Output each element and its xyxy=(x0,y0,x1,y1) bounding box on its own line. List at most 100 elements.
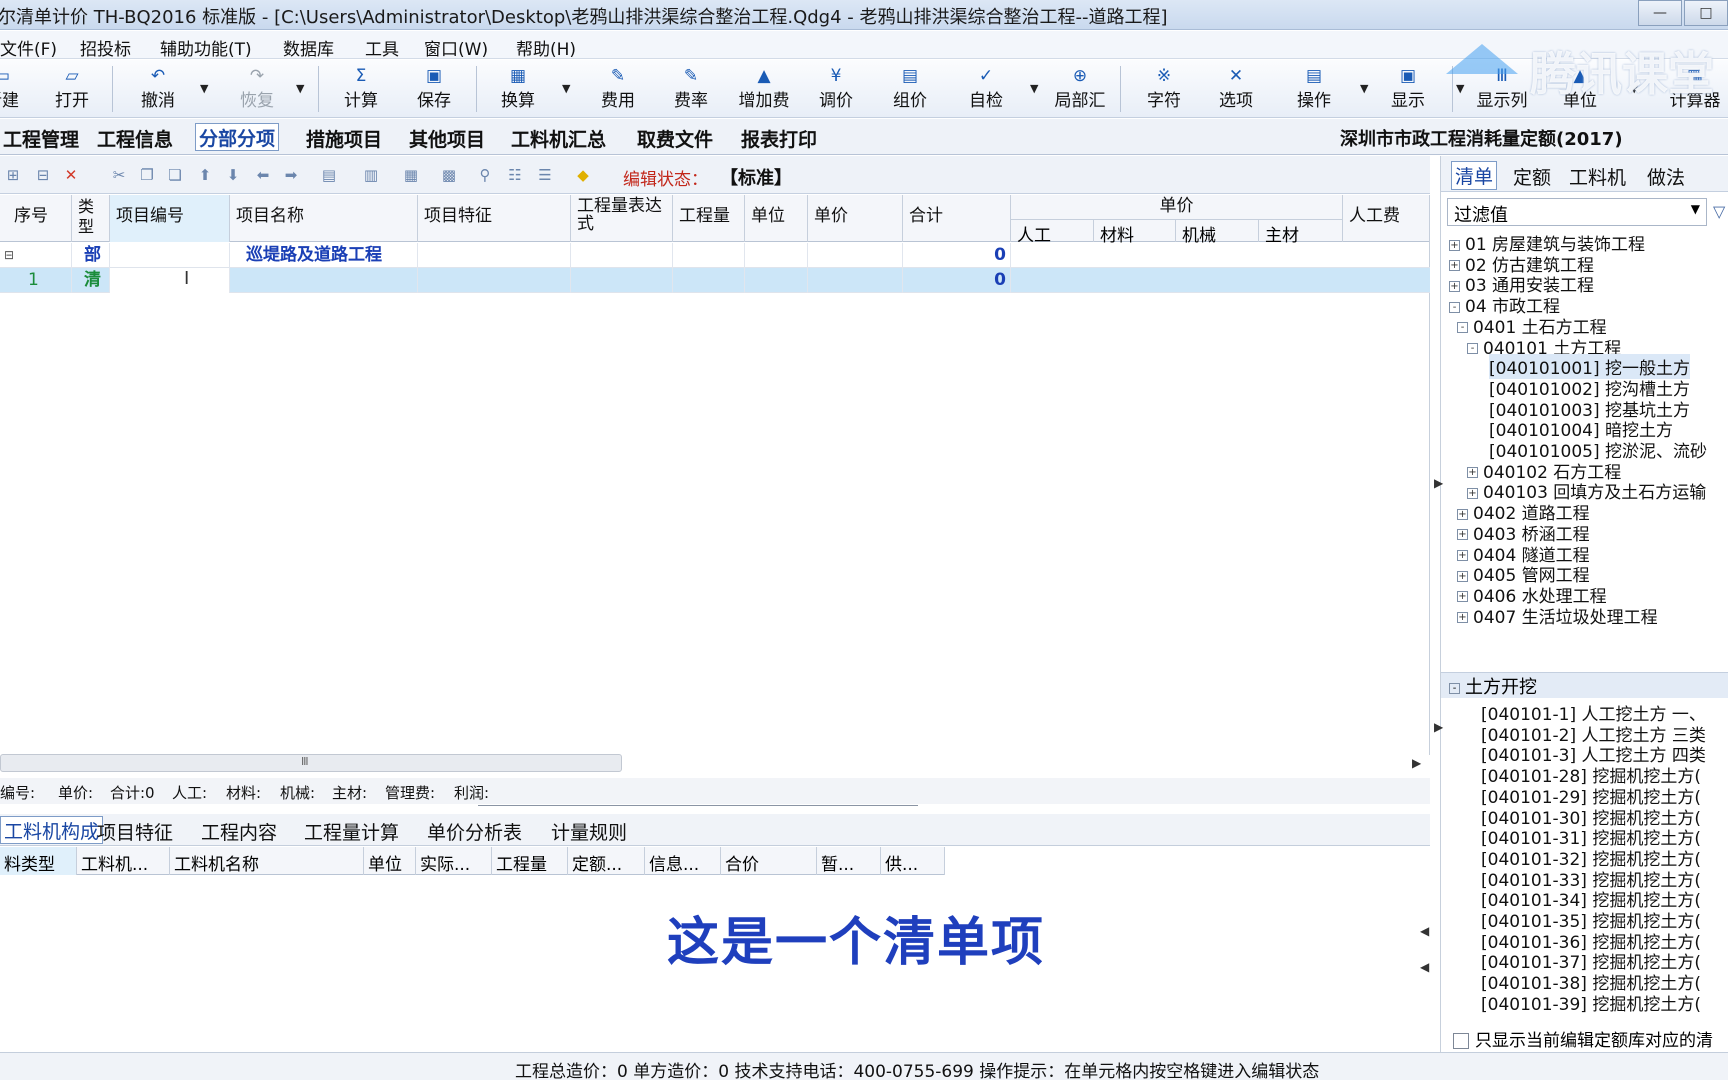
horizontal-scrollbar[interactable]: Ⅲ xyxy=(0,754,622,772)
tab-features[interactable]: 项目特征 xyxy=(97,818,173,845)
row-price[interactable] xyxy=(808,243,903,268)
toolbar-sigma-button[interactable]: Σ 计算 xyxy=(333,64,389,116)
col-qty[interactable]: 工程量 xyxy=(673,195,745,242)
expand-icon[interactable]: + xyxy=(1457,570,1468,582)
col-machine[interactable]: 机械 xyxy=(1176,219,1259,246)
tab-method[interactable]: 做法 xyxy=(1647,163,1685,190)
collapse-icon[interactable]: - xyxy=(1457,322,1468,334)
color-icon[interactable]: ◆ xyxy=(574,166,592,184)
row-code-input[interactable] xyxy=(110,268,230,293)
dropdown-arrow-icon[interactable]: ▼ xyxy=(296,82,304,95)
delete-icon[interactable]: ✕ xyxy=(62,166,80,184)
menu-tools[interactable]: 工具 xyxy=(365,35,399,60)
arrow-down-icon[interactable]: ⬇ xyxy=(224,166,242,184)
only-current-checkbox[interactable]: 只显示当前编辑定额库对应的清 xyxy=(1453,1026,1713,1051)
row-code[interactable] xyxy=(110,243,230,268)
toolbar-convert-button[interactable]: ▦ 换算 xyxy=(490,64,546,116)
cut-icon[interactable]: ✂ xyxy=(110,166,128,184)
toolbar-new-file-button[interactable]: ▭ 新建 xyxy=(0,64,30,116)
tab-composition[interactable]: 工料机构成 xyxy=(0,816,104,844)
toolbar-price-group-button[interactable]: ▤ 组价 xyxy=(882,64,938,116)
col-unit[interactable]: 单位 xyxy=(745,195,808,242)
find-icon[interactable]: ⚲ xyxy=(476,166,494,184)
tab-quota[interactable]: 定额 xyxy=(1513,163,1551,190)
toolbar-save-button[interactable]: ▣ 保存 xyxy=(406,64,462,116)
tab-reports[interactable]: 报表打印 xyxy=(738,125,820,152)
level-icon[interactable]: ☰ xyxy=(536,166,554,184)
arrow-right-icon[interactable]: ➡ xyxy=(282,166,300,184)
menu-file[interactable]: 文件(F) xyxy=(0,35,57,60)
insert-child-icon[interactable]: ⊟ xyxy=(34,166,52,184)
splitter[interactable] xyxy=(478,805,918,810)
filter-select[interactable]: 过滤值 ▼ xyxy=(1447,198,1707,226)
dropdown-arrow-icon[interactable]: ▼ xyxy=(200,82,208,95)
dropdown-arrow-icon[interactable]: ▼ xyxy=(562,82,570,95)
dropdown-arrow-icon[interactable]: ▼ xyxy=(1360,82,1368,95)
tab-material-summary[interactable]: 工料机汇总 xyxy=(508,125,609,152)
format-icon[interactable]: ▥ xyxy=(362,166,380,184)
menu-bidding[interactable]: 招投标 xyxy=(80,35,131,60)
row-feature[interactable] xyxy=(418,243,571,268)
replace-icon[interactable]: ▤ xyxy=(320,166,338,184)
expand-icon[interactable]: + xyxy=(1457,612,1468,624)
col-code[interactable]: 项目编号 xyxy=(110,195,230,242)
toolbar-partial-sum-button[interactable]: ⊕ 局部汇 xyxy=(1052,64,1108,116)
layout-icon[interactable]: ☷ xyxy=(506,166,524,184)
col-mat-quota[interactable]: 定额... xyxy=(568,847,645,875)
col-mat-actual[interactable]: 实际... xyxy=(416,847,492,875)
arrow-left-icon[interactable]: ⬅ xyxy=(254,166,272,184)
expand-icon[interactable]: + xyxy=(1457,591,1468,603)
tab-others[interactable]: 其他项目 xyxy=(406,125,488,152)
table-row[interactable]: ⊟ 部 巡堤路及道路工程 0 xyxy=(0,243,1430,268)
col-mat-supply[interactable]: 供... xyxy=(881,847,945,875)
menu-aux[interactable]: 辅助功能(T) xyxy=(160,35,252,60)
tab-unit-analysis[interactable]: 单价分析表 xyxy=(427,818,522,845)
copy-icon[interactable]: ❐ xyxy=(138,166,156,184)
quota-icon[interactable]: ▦ xyxy=(402,166,420,184)
expand-icon[interactable]: + xyxy=(1449,239,1460,251)
expand-icon[interactable]: + xyxy=(1467,487,1478,499)
col-feature[interactable]: 项目特征 xyxy=(418,195,571,242)
splitter-arrow-icon[interactable]: ◀ xyxy=(1420,960,1429,974)
tree-item[interactable]: +0407 生活垃圾处理工程 xyxy=(1457,603,1658,628)
row-unit[interactable] xyxy=(745,243,808,268)
col-type[interactable]: 类型 xyxy=(72,195,110,242)
col-name[interactable]: 项目名称 xyxy=(230,195,418,242)
dropdown-arrow-icon[interactable]: ▼ xyxy=(1456,82,1464,95)
row-qty[interactable] xyxy=(673,268,745,293)
menu-help[interactable]: 帮助(H) xyxy=(516,35,576,60)
row-qty[interactable] xyxy=(673,243,745,268)
tab-measure-rules[interactable]: 计量规则 xyxy=(551,818,627,845)
toolbar-yen-button[interactable]: ¥ 调价 xyxy=(808,64,864,116)
toolbar-char-button[interactable]: ※ 字符 xyxy=(1136,64,1192,116)
funnel-icon[interactable]: ▽ xyxy=(1713,202,1725,221)
table-row[interactable]: 1 清 0 xyxy=(0,268,1430,293)
dropdown-arrow-icon[interactable]: ▼ xyxy=(1030,82,1038,95)
col-mat-name[interactable]: 工料机名称 xyxy=(170,847,364,875)
col-mat-info[interactable]: 信息... xyxy=(645,847,721,875)
row-expr[interactable] xyxy=(571,243,673,268)
toolbar-undo-button[interactable]: ↶ 撤消 xyxy=(130,64,186,116)
toolbar-self-check-button[interactable]: ✓ 自检 xyxy=(958,64,1014,116)
col-expr[interactable]: 工程量表达式 xyxy=(571,195,673,242)
expand-icon[interactable]: + xyxy=(1449,280,1460,292)
paste-icon[interactable]: ❏ xyxy=(166,166,184,184)
col-material[interactable]: 材料 xyxy=(1094,219,1176,246)
tab-sections[interactable]: 分部分项 xyxy=(195,123,280,151)
col-total[interactable]: 合计 xyxy=(903,195,1011,242)
minimize-button[interactable]: — xyxy=(1638,0,1682,26)
col-main-material[interactable]: 主材 xyxy=(1259,219,1343,246)
col-mat-type[interactable]: 料类型 xyxy=(0,847,77,875)
splitter-arrow-icon[interactable]: ▶ xyxy=(1434,720,1443,734)
toolbar-options-button[interactable]: ✕ 选项 xyxy=(1208,64,1264,116)
splitter-arrow-icon[interactable]: ◀ xyxy=(1420,924,1429,938)
row-name[interactable]: 巡堤路及道路工程 xyxy=(230,243,418,268)
col-mat-unit[interactable]: 单位 xyxy=(364,847,416,875)
col-mat-sum[interactable]: 合价 xyxy=(721,847,817,875)
quota-list-item[interactable]: [040101-39] 挖掘机挖土方( xyxy=(1481,990,1701,1015)
toolbar-add-fee-button[interactable]: ▲ 增加费 xyxy=(736,64,792,116)
collapse-icon[interactable]: ⊟ xyxy=(0,243,72,268)
menu-database[interactable]: 数据库 xyxy=(283,35,334,60)
insert-icon[interactable]: ⊞ xyxy=(4,166,22,184)
tab-measures[interactable]: 措施项目 xyxy=(303,125,385,152)
